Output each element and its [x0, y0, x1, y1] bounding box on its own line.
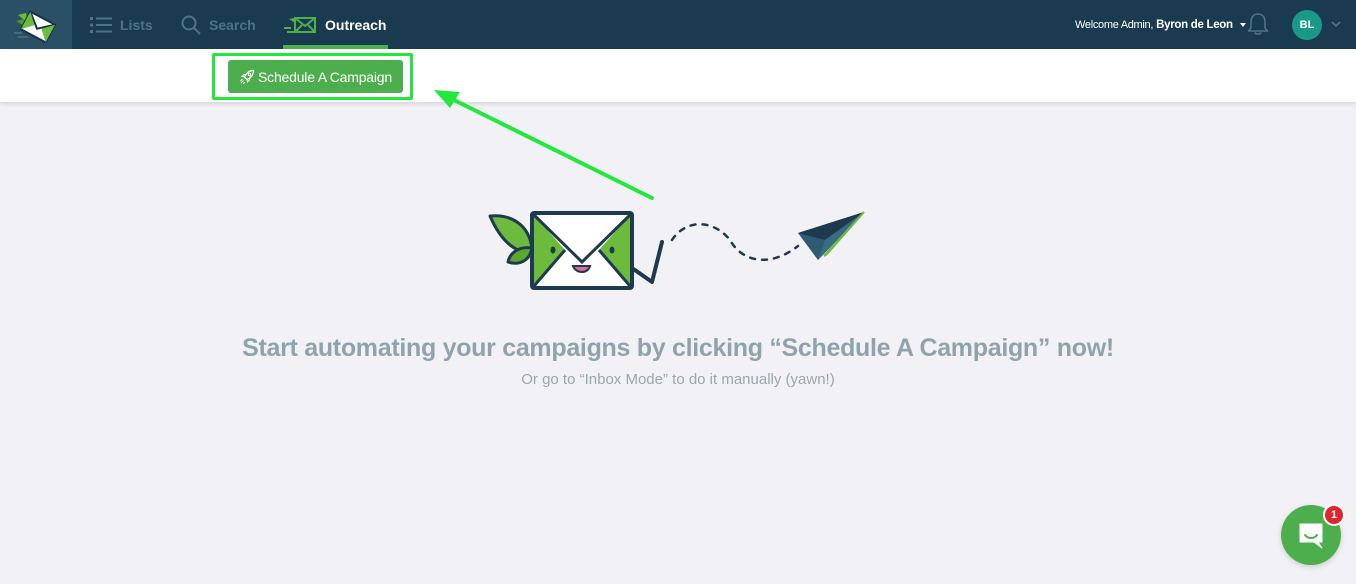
- chevron-down-icon[interactable]: [1330, 19, 1342, 29]
- outreach-mail-icon: [284, 16, 316, 33]
- app-logo[interactable]: [0, 0, 72, 49]
- chat-icon: [1299, 523, 1323, 549]
- rocket-icon: [240, 69, 255, 84]
- nav-item-label: Lists: [120, 16, 153, 33]
- user-avatar[interactable]: BL: [1292, 10, 1322, 40]
- envelope-logo-icon: [14, 9, 57, 43]
- list-icon: [90, 16, 112, 33]
- user-menu-toggle[interactable]: Welcome Admin, Byron de Leon: [1075, 0, 1246, 49]
- schedule-campaign-button[interactable]: Schedule A Campaign: [228, 60, 403, 93]
- caret-down-icon: [1239, 22, 1246, 27]
- empty-state-illustration: [488, 211, 865, 290]
- nav-item-outreach[interactable]: Outreach: [283, 0, 389, 49]
- unread-count: 1: [1330, 509, 1338, 521]
- nav-item-label: Search: [209, 16, 256, 33]
- search-icon: [181, 15, 201, 35]
- schedule-campaign-label: Schedule A Campaign: [258, 68, 392, 85]
- nav-item-label: Outreach: [325, 16, 387, 33]
- user-name: Byron de Leon: [1156, 18, 1233, 31]
- welcome-text: Welcome Admin,: [1075, 18, 1154, 31]
- empty-state-headline: Start automating your campaigns by click…: [242, 334, 1114, 362]
- top-navigation-bar: Lists Search Outreach Welcome Admin, Byr…: [0, 0, 1356, 49]
- notification-bell-icon[interactable]: [1247, 12, 1269, 36]
- chat-unread-badge: 1: [1323, 504, 1345, 526]
- nav-item-search[interactable]: Search: [181, 0, 256, 49]
- avatar-initials: BL: [1299, 19, 1315, 31]
- empty-state-subline: Or go to “Inbox Mode” to do it manually …: [521, 371, 835, 388]
- nav-item-lists[interactable]: Lists: [90, 0, 153, 49]
- action-toolbar: [0, 49, 1356, 102]
